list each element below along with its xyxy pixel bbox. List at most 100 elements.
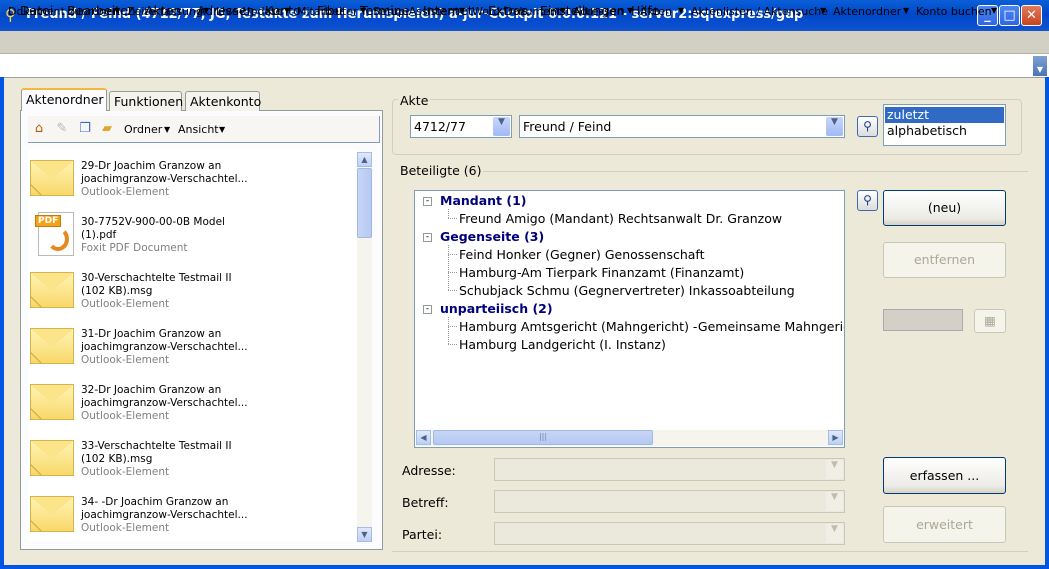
dropdown-arrow-icon[interactable]: ▼ bbox=[219, 125, 225, 134]
file-name-cont: joachimgranzow-Verschachtel... bbox=[81, 173, 248, 185]
scroll-right-icon[interactable]: ▶ bbox=[828, 430, 843, 445]
entfernen-button[interactable]: entfernen bbox=[883, 242, 1006, 278]
toolbar-overflow-button[interactable]: ▼ bbox=[1033, 56, 1047, 76]
dropdown-arrow-icon[interactable]: ▼ bbox=[164, 125, 170, 134]
tree-item[interactable]: Hamburg Landgericht (I. Instanz) bbox=[459, 337, 666, 352]
scroll-down-icon[interactable]: ▼ bbox=[357, 527, 372, 542]
home-icon[interactable]: ⌂ bbox=[31, 121, 47, 137]
akte-search-button[interactable]: ⚲ bbox=[857, 116, 878, 137]
collapse-icon[interactable]: - bbox=[423, 197, 432, 206]
file-type: Outlook-Element bbox=[81, 522, 170, 534]
calendar-button[interactable]: ▦ bbox=[974, 309, 1006, 333]
neu-button[interactable]: (neu) bbox=[883, 190, 1006, 226]
scroll-left-icon[interactable]: ◀ bbox=[416, 430, 431, 445]
toolbar-dokument-zuordnen[interactable]: Dokument zuordnen bbox=[8, 5, 120, 18]
ansicht-menu[interactable]: Ansicht bbox=[178, 123, 219, 136]
toolbar-zeiterfassung[interactable]: Zeiterfassung bbox=[127, 5, 203, 18]
list-item[interactable]: 30-Verschachtelte Testmail II (102 KB).m… bbox=[28, 262, 357, 318]
date-field[interactable] bbox=[883, 309, 963, 331]
erfassen-button[interactable]: erfassen ... bbox=[883, 457, 1006, 494]
tree-group-gegenseite[interactable]: Gegenseite (3) bbox=[440, 229, 544, 244]
erweitert-button[interactable]: erweitert bbox=[883, 506, 1006, 543]
dropdown-arrow-icon[interactable]: ▼ bbox=[627, 6, 633, 15]
file-name-cont: (102 KB).msg bbox=[81, 285, 153, 297]
toolbar-live-update[interactable]: Live-Update bbox=[216, 5, 282, 18]
collapse-icon[interactable]: - bbox=[423, 233, 432, 242]
betreff-combo[interactable]: ▼ bbox=[494, 490, 845, 513]
adresse-combo[interactable]: ▼ bbox=[494, 458, 845, 481]
tree-group-mandant[interactable]: Mandant (1) bbox=[440, 193, 527, 208]
list-item[interactable]: PDF 30-7752V-900-00-0B Model (1).pdf Fox… bbox=[28, 206, 357, 262]
file-name: 30-Verschachtelte Testmail II bbox=[81, 272, 232, 284]
tree-group-unparteiisch[interactable]: unparteiisch (2) bbox=[440, 301, 553, 316]
collapse-icon[interactable]: - bbox=[423, 305, 432, 314]
sort-listbox[interactable]: zuletzt alphabetisch bbox=[883, 104, 1006, 146]
tree-horizontal-scrollbar[interactable]: ◀ ||| ▶ bbox=[416, 430, 843, 446]
list-item[interactable]: 29-Dr Joachim Granzow an joachimgranzow-… bbox=[28, 150, 357, 206]
tree-item[interactable]: Freund Amigo (Mandant) Rechtsanwalt Dr. … bbox=[459, 211, 782, 226]
partei-combo[interactable]: ▼ bbox=[494, 522, 845, 545]
scrollbar-thumb[interactable] bbox=[357, 168, 372, 238]
dropdown-arrow-icon[interactable]: ▼ bbox=[203, 6, 209, 15]
window-frame-left bbox=[0, 77, 4, 569]
chevron-down-icon[interactable]: ▼ bbox=[493, 117, 510, 136]
toolbar-konto-buchen[interactable]: Konto buchen bbox=[916, 5, 992, 18]
pdf-icon: PDF bbox=[35, 212, 74, 256]
list-item[interactable]: 31-Dr Joachim Granzow an joachimgranzow-… bbox=[28, 318, 357, 374]
tree-item[interactable]: Hamburg-Am Tierpark Finanzamt (Finanzamt… bbox=[459, 265, 744, 280]
folder-open-icon[interactable]: ▰ bbox=[99, 121, 115, 137]
toolbar-word-dokument[interactable]: Word-Dokument bbox=[472, 5, 561, 18]
file-name: 29-Dr Joachim Granzow an bbox=[81, 160, 222, 172]
scroll-up-icon[interactable]: ▲ bbox=[357, 152, 372, 167]
sort-option-alphabetisch[interactable]: alphabetisch bbox=[885, 123, 1004, 139]
toolbar-akten[interactable]: Akten bbox=[640, 5, 672, 18]
dropdown-arrow-icon[interactable]: ▼ bbox=[459, 6, 465, 15]
file-name-cont: (102 KB).msg bbox=[81, 453, 153, 465]
dropdown-arrow-icon[interactable]: ▼ bbox=[991, 6, 997, 15]
list-item[interactable]: 34- -Dr Joachim Granzow an joachimgranzo… bbox=[28, 486, 357, 542]
akte-name-combo[interactable]: Freund / Feind ▼ bbox=[519, 115, 845, 138]
dropdown-arrow-icon[interactable]: ▼ bbox=[820, 6, 826, 15]
tree-item[interactable]: Schubjack Schmu (Gegnervertreter) Inkass… bbox=[459, 283, 795, 298]
email-icon bbox=[30, 272, 74, 308]
scrollbar-thumb[interactable]: ||| bbox=[433, 430, 653, 445]
tab-aktenkonto[interactable]: Aktenkonto bbox=[185, 91, 261, 111]
file-name-cont: joachimgranzow-Verschachtel... bbox=[81, 397, 248, 409]
tree-item[interactable]: Feind Honker (Gegner) Genossenschaft bbox=[459, 247, 705, 262]
akte-number-value: 4712/77 bbox=[414, 119, 466, 134]
copy-icon[interactable]: ❐ bbox=[77, 121, 93, 137]
file-type: Outlook-Element bbox=[81, 354, 170, 366]
menu-bar bbox=[0, 31, 1049, 54]
dropdown-arrow-icon[interactable]: ▼ bbox=[560, 6, 566, 15]
dropdown-arrow-icon[interactable]: ▼ bbox=[114, 6, 120, 15]
window-frame-right bbox=[1045, 77, 1049, 569]
window-frame-bottom bbox=[0, 565, 1049, 569]
dropdown-arrow-icon[interactable]: ▼ bbox=[678, 6, 684, 15]
dropdown-arrow-icon[interactable]: ▼ bbox=[360, 6, 366, 15]
chevron-down-icon[interactable]: ▼ bbox=[826, 492, 843, 511]
toolbar-setup-assistent[interactable]: Setup-Assistent bbox=[373, 5, 459, 18]
beteiligte-tree[interactable]: - Mandant (1) Freund Amigo (Mandant) Rec… bbox=[414, 190, 845, 448]
tab-aktenordner[interactable]: Aktenordner bbox=[21, 88, 107, 111]
beteiligte-search-button[interactable]: ⚲ bbox=[857, 190, 878, 211]
close-button[interactable]: ✕ bbox=[1021, 5, 1042, 26]
ordner-menu[interactable]: Ordner bbox=[124, 123, 162, 136]
chevron-down-icon[interactable]: ▼ bbox=[826, 117, 843, 136]
tab-funktionen[interactable]: Funktionen bbox=[109, 91, 183, 111]
toolbar-adressen[interactable]: Adressen bbox=[573, 5, 624, 18]
toolbar-aktenlisten[interactable]: Aktenlisten / Aktensuche bbox=[691, 5, 828, 18]
sort-option-zuletzt[interactable]: zuletzt bbox=[885, 107, 1004, 123]
list-item[interactable]: 32-Dr Joachim Granzow an joachimgranzow-… bbox=[28, 374, 357, 430]
toolbar-mitarbeiter[interactable]: Mitarbeiter bbox=[297, 5, 358, 18]
akte-number-combo[interactable]: 4712/77 ▼ bbox=[410, 115, 512, 138]
list-item[interactable]: 33-Verschachtelte Testmail II (102 KB).m… bbox=[28, 430, 357, 486]
dropdown-arrow-icon[interactable]: ▼ bbox=[284, 6, 290, 15]
file-name: 34- -Dr Joachim Granzow an bbox=[81, 496, 229, 508]
maximize-button[interactable]: □ bbox=[999, 5, 1020, 26]
chevron-down-icon[interactable]: ▼ bbox=[826, 524, 843, 543]
toolbar-aktenordner[interactable]: Aktenordner bbox=[833, 5, 901, 18]
edit-document-icon[interactable]: ✎ bbox=[54, 121, 70, 137]
tree-item[interactable]: Hamburg Amtsgericht (Mahngericht) -Gemei… bbox=[459, 319, 844, 334]
dropdown-arrow-icon[interactable]: ▼ bbox=[903, 6, 909, 15]
chevron-down-icon[interactable]: ▼ bbox=[826, 460, 843, 479]
